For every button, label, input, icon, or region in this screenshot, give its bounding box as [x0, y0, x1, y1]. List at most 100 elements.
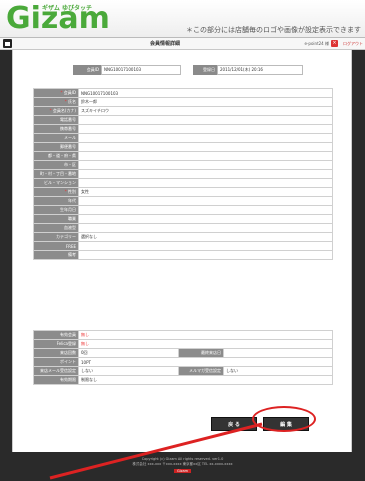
- status-value: 制限なし: [78, 375, 333, 385]
- member-id-label: 会員ID: [73, 65, 101, 75]
- field-label-text: 町・村・丁目・番地: [40, 171, 76, 176]
- field-label: * 会員ID: [33, 88, 79, 98]
- field-label-text: 職業: [68, 216, 76, 221]
- field-value: [78, 133, 333, 143]
- nav-bar: 会員情報詳細 e-point24 様 × ログアウト: [0, 38, 365, 50]
- field-value: スズキイチロウ: [78, 106, 333, 116]
- field-row: 職業: [33, 214, 333, 224]
- header-notice: ＊この部分には店舗毎のロゴや画像が設定表示できます: [186, 26, 361, 34]
- status-label: メルマガ受信設定: [178, 366, 224, 376]
- field-value: [78, 115, 333, 125]
- field-row: * 氏名 鈴木一郎: [33, 97, 333, 107]
- field-label: 職業: [33, 214, 79, 224]
- status-value: 無し: [78, 330, 333, 340]
- registered-label: 登録日: [193, 65, 217, 75]
- field-value: [78, 124, 333, 134]
- registered-value: 2011/12/01(木) 20:16: [217, 65, 303, 75]
- field-value: [78, 250, 333, 260]
- status-table: 有効会員 無し Felica登録 無し 来店回数 0回 最終来店日 ポイント 1…: [33, 330, 333, 385]
- field-label-text: 携帯番号: [60, 126, 76, 131]
- field-value: NNG10017100103: [78, 88, 333, 98]
- member-id-value: NNG10017100103: [101, 65, 181, 75]
- field-label: 郵便番号: [33, 142, 79, 152]
- field-value: [78, 205, 333, 215]
- field-label-text: メール: [64, 135, 76, 140]
- field-row: メール: [33, 133, 333, 143]
- status-label: 来店メール受信設定: [33, 366, 79, 376]
- status-label: Felica登録: [33, 339, 79, 349]
- field-value: 鈴木一郎: [78, 97, 333, 107]
- field-row: 携帯番号: [33, 124, 333, 134]
- status-label: 有効期限: [33, 375, 79, 385]
- field-row: ビル・マンション: [33, 178, 333, 188]
- field-label: * 氏名: [33, 97, 79, 107]
- field-label: 生年月日: [33, 205, 79, 215]
- field-value: [78, 196, 333, 206]
- status-value: [223, 348, 333, 358]
- field-label-text: 備考: [68, 252, 76, 257]
- field-label-text: 年代: [68, 198, 76, 203]
- field-row: 備考: [33, 250, 333, 260]
- field-label: * 性別: [33, 187, 79, 197]
- field-label: メール: [33, 133, 79, 143]
- status-label: 有効会員: [33, 330, 79, 340]
- field-label-text: FREE: [65, 243, 76, 249]
- highlight-circle: [252, 406, 316, 432]
- copyright-text: Copyright (c) Gizam All rights reserved.…: [141, 457, 224, 461]
- field-label-text: 性別: [68, 189, 76, 194]
- field-row: カテゴリー 選択なし: [33, 232, 333, 242]
- field-label-text: 生年月日: [60, 207, 76, 212]
- field-row: FREE: [33, 241, 333, 251]
- status-value: 10PT: [78, 357, 333, 367]
- field-row: 電話番号: [33, 115, 333, 125]
- field-label-text: ビル・マンション: [44, 180, 76, 185]
- field-row: 市・区: [33, 160, 333, 170]
- field-label: 携帯番号: [33, 124, 79, 134]
- field-label: カテゴリー: [33, 232, 79, 242]
- field-label: 電話番号: [33, 115, 79, 125]
- field-label: 都・道・府・県: [33, 151, 79, 161]
- footer-badge: Gizam: [173, 469, 192, 473]
- field-value: [78, 169, 333, 179]
- field-label-text: 電話番号: [60, 117, 76, 122]
- field-label-text: 会員ID: [63, 90, 76, 95]
- field-value: 選択なし: [78, 232, 333, 242]
- logout-link[interactable]: ログアウト: [343, 41, 363, 47]
- field-value: [78, 151, 333, 161]
- field-label-text: 血液型: [64, 225, 76, 230]
- company-text: 株式会社 xxx-xxx 〒xxx-xxxx 東京都xx区 TEL xx-xxx…: [132, 462, 233, 466]
- field-label: 年代: [33, 196, 79, 206]
- field-label: 血液型: [33, 223, 79, 233]
- logout-icon[interactable]: ×: [331, 40, 338, 47]
- field-row: * 会員ID NNG10017100103: [33, 88, 333, 98]
- status-label: ポイント: [33, 357, 79, 367]
- field-row: 年代: [33, 196, 333, 206]
- field-label: * 会員名(カナ): [33, 106, 79, 116]
- status-value: しない: [78, 366, 179, 376]
- user-name: e-point24 様: [304, 41, 329, 46]
- footer: Copyright (c) Gizam All rights reserved.…: [0, 452, 365, 481]
- status-value: 0回: [78, 348, 179, 358]
- field-value: [78, 214, 333, 224]
- field-row: 都・道・府・県: [33, 151, 333, 161]
- field-label: 町・村・丁目・番地: [33, 169, 79, 179]
- field-value: [78, 178, 333, 188]
- status-label: 最終来店日: [178, 348, 224, 358]
- field-label-text: 郵便番号: [60, 144, 76, 149]
- status-value: しない: [223, 366, 333, 376]
- field-row: 町・村・丁目・番地: [33, 169, 333, 179]
- field-value: [78, 142, 333, 152]
- field-value: [78, 223, 333, 233]
- field-label: 備考: [33, 250, 79, 260]
- field-label: FREE: [33, 241, 79, 251]
- field-label-text: 都・道・府・県: [48, 153, 76, 158]
- home-icon[interactable]: [3, 39, 12, 48]
- main-content: 会員ID NNG10017100103 登録日 2011/12/01(木) 20…: [12, 50, 352, 452]
- field-row: 血液型: [33, 223, 333, 233]
- field-value: 女性: [78, 187, 333, 197]
- back-button[interactable]: 戻 る: [211, 417, 257, 431]
- status-label: 来店回数: [33, 348, 79, 358]
- logo-subtitle: ギザム ゆびタッチ: [42, 5, 92, 12]
- page-title: 会員情報詳細: [150, 41, 181, 47]
- field-row: * 会員名(カナ) スズキイチロウ: [33, 106, 333, 116]
